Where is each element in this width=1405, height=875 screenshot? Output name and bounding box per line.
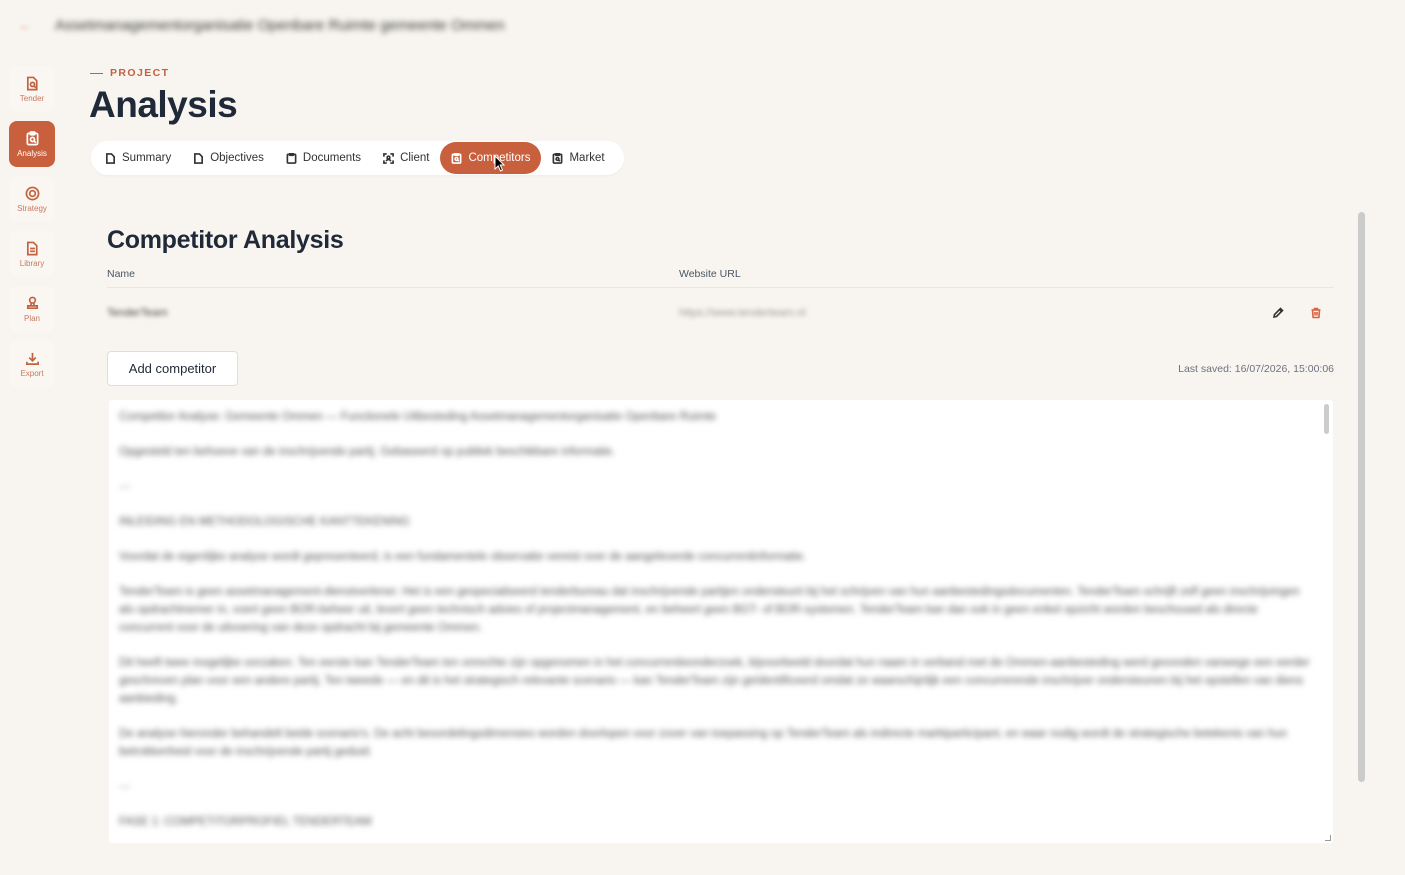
sidebar-item-label: Library	[19, 258, 45, 268]
competitor-url-cell: https://www.tenderteam.nl	[679, 307, 806, 319]
pencil-icon	[1272, 307, 1284, 319]
clipboard-icon	[286, 152, 297, 164]
trash-icon	[1311, 307, 1321, 319]
tab-label: Documents	[302, 152, 362, 164]
editor-heading: INLEIDING EN METHODOLOGISCHE KANTTEKENIN…	[119, 516, 410, 528]
sidebar-item-label: Plan	[23, 313, 40, 323]
top-bar: ← Assetmanagementorganisatie Openbare Ru…	[0, 0, 1405, 52]
document-icon	[26, 241, 38, 255]
tab-summary[interactable]: Summary	[94, 142, 182, 174]
page-eyebrow: PROJECT	[90, 67, 169, 79]
tab-competitors[interactable]: Competitors	[440, 142, 542, 174]
sidebar-item-label: Export	[20, 368, 44, 378]
editor-paragraph: Opgesteld ten behoeve van de inschrijven…	[119, 446, 616, 458]
clipboard-search-icon	[26, 130, 38, 145]
editor-separator: ---	[119, 481, 131, 493]
sidebar-item-strategy[interactable]: Strategy	[9, 176, 55, 222]
editor-paragraph: De analyse hieronder behandelt beide sce…	[119, 728, 1288, 758]
delete-button[interactable]	[1310, 306, 1324, 320]
divider	[90, 72, 103, 74]
page-title: Analysis	[89, 84, 238, 125]
breadcrumb: Assetmanagementorganisatie Openbare Ruim…	[55, 17, 505, 34]
editor-paragraph: Dit heeft twee mogelijke oorzaken. Ten e…	[119, 657, 1310, 705]
file-search-icon	[26, 76, 38, 90]
analysis-editor[interactable]: Competitor Analyse: Gemeente Ommen — Fun…	[109, 400, 1333, 843]
editor-heading: FASE 1: COMPETITORPROFIEL TENDERTEAM	[119, 816, 372, 828]
download-icon	[25, 352, 39, 365]
tab-label: Objectives	[210, 152, 264, 164]
editor-paragraph: Competitor Analyse: Gemeente Ommen — Fun…	[119, 411, 717, 423]
sidebar-item-library[interactable]: Library	[9, 231, 55, 277]
editor-paragraph: TenderTeam is geen assetmanagement-diens…	[119, 586, 1300, 634]
sidebar-item-label: Analysis	[17, 148, 47, 158]
tab-label: Client	[400, 152, 430, 164]
section-title: Competitor Analysis	[107, 226, 344, 254]
file-icon	[106, 152, 115, 164]
stamp-icon	[26, 296, 38, 309]
eyebrow-label: PROJECT	[110, 67, 170, 79]
add-competitor-button[interactable]: Add competitor	[107, 351, 238, 386]
sidebar-item-label: Tender	[19, 93, 45, 103]
clipboard-search-icon	[553, 152, 563, 164]
sidebar-item-label: Strategy	[17, 203, 47, 213]
sidebar: Tender Analysis Strategy Library Plan Ex…	[9, 66, 55, 396]
column-header-url: Website URL	[679, 268, 741, 280]
target-icon	[25, 186, 39, 200]
arrow-left-icon[interactable]: ←	[17, 17, 33, 33]
scan-user-icon	[383, 152, 394, 164]
page-scrollbar[interactable]	[1358, 212, 1365, 782]
edit-button[interactable]	[1272, 306, 1286, 320]
last-saved-text: Last saved: 16/07/2026, 15:00:06	[1178, 363, 1334, 375]
competitor-name-cell: TenderTeam	[107, 307, 168, 319]
sidebar-item-plan[interactable]: Plan	[9, 286, 55, 332]
tab-objectives[interactable]: Objectives	[182, 142, 275, 174]
tab-documents[interactable]: Documents	[275, 142, 372, 174]
column-header-name: Name	[107, 268, 136, 280]
editor-scrollbar[interactable]	[1324, 404, 1329, 434]
editor-content[interactable]: Competitor Analyse: Gemeente Ommen — Fun…	[119, 408, 1314, 843]
editor-paragraph: Voordat de eigenlijke analyse wordt gepr…	[119, 551, 807, 563]
resize-handle[interactable]	[1325, 835, 1331, 841]
file-icon	[194, 152, 204, 164]
sidebar-item-export[interactable]: Export	[9, 341, 55, 387]
tab-label: Summary	[122, 152, 172, 164]
sidebar-item-tender[interactable]: Tender	[9, 66, 55, 112]
editor-separator: ---	[119, 781, 131, 793]
tab-market[interactable]: Market	[541, 142, 615, 174]
sidebar-item-analysis[interactable]: Analysis	[9, 121, 55, 167]
tab-client[interactable]: Client	[372, 142, 440, 174]
tab-bar: Summary Objectives Documents Client Comp…	[91, 141, 624, 175]
divider	[107, 287, 1334, 288]
mouse-cursor-icon	[494, 155, 506, 172]
tab-label: Market	[569, 152, 605, 164]
clipboard-search-icon	[452, 152, 462, 164]
